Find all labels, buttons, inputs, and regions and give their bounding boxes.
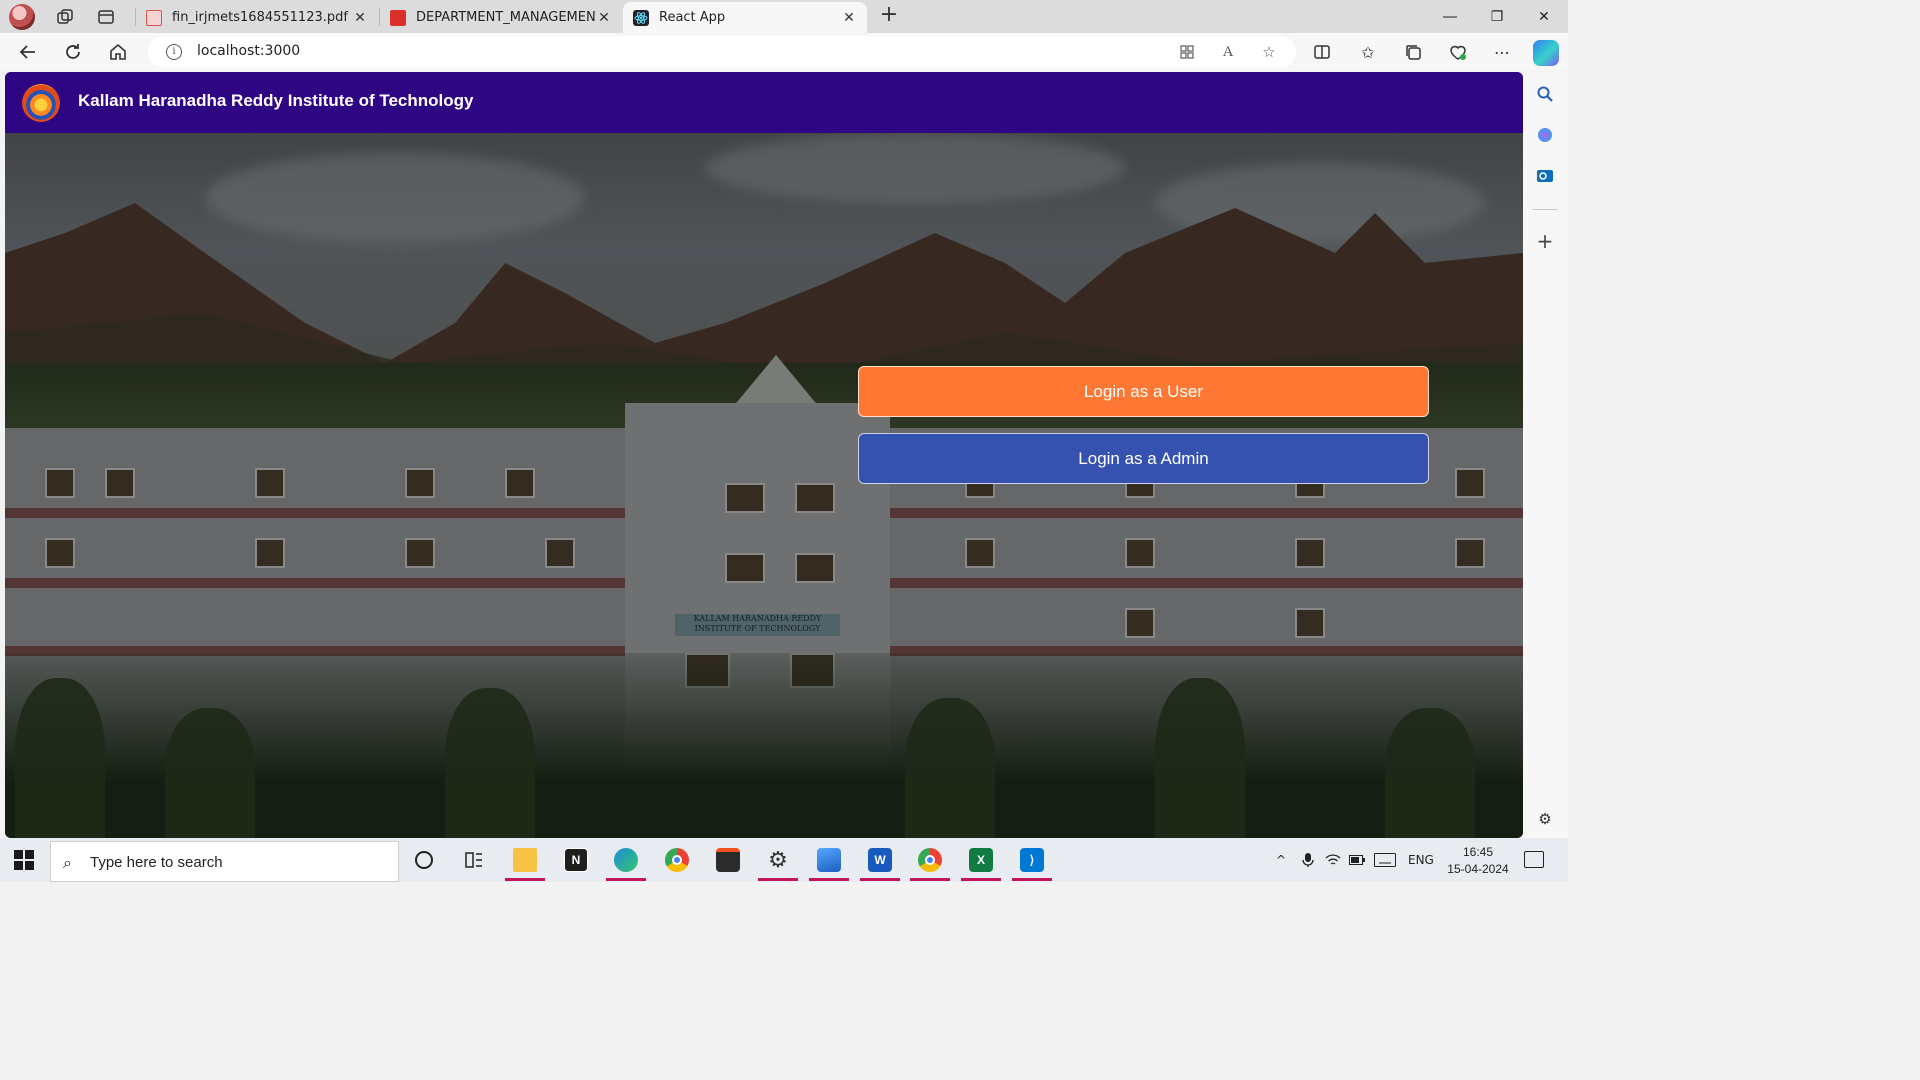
close-icon[interactable]: ✕	[596, 10, 612, 26]
new-tab-icon[interactable]: +	[877, 4, 901, 28]
clock-date: 15-04-2024	[1447, 862, 1509, 876]
tab-strip-left	[0, 0, 117, 33]
address-bar[interactable]: i localhost:3000 A ☆	[148, 36, 1296, 68]
edge-sidebar: + ⚙	[1523, 72, 1568, 838]
sidebar-add-icon[interactable]: +	[1534, 229, 1556, 253]
vertical-tabs-icon[interactable]	[95, 6, 117, 28]
notifications-icon[interactable]	[1524, 851, 1544, 868]
sidebar-separator	[1532, 209, 1558, 210]
browser-essentials-icon[interactable]	[1446, 40, 1470, 64]
tab-react-app[interactable]: React App ✕	[623, 2, 867, 33]
more-options-icon[interactable]: ⋯	[1490, 40, 1514, 64]
battery-icon[interactable]	[1349, 838, 1365, 882]
favorite-star-icon[interactable]: ☆	[1259, 42, 1279, 62]
language-indicator[interactable]: ENG	[1408, 838, 1434, 882]
url-text[interactable]: localhost:3000	[197, 43, 300, 59]
site-info-icon[interactable]: i	[166, 44, 182, 60]
microsoft-store-icon[interactable]	[708, 843, 748, 877]
copilot-icon[interactable]	[1533, 40, 1559, 66]
app-available-icon[interactable]	[1177, 42, 1197, 62]
pdf-icon	[390, 9, 406, 26]
login-user-button[interactable]: Login as a User	[858, 366, 1429, 417]
college-logo-icon	[22, 84, 60, 122]
edge-icon[interactable]	[606, 843, 646, 881]
profile-avatar[interactable]	[9, 3, 35, 30]
app-header: Kallam Haranadha Reddy Institute of Tech…	[5, 72, 1523, 133]
dark-overlay	[5, 133, 1523, 838]
split-screen-icon[interactable]	[1310, 40, 1334, 64]
sidebar-tools-icon[interactable]	[1534, 124, 1556, 146]
window-close-icon[interactable]: ✕	[1521, 0, 1567, 33]
collections-icon[interactable]	[1401, 40, 1425, 64]
microphone-icon[interactable]	[1302, 838, 1314, 882]
page-viewport: Kallam Haranadha Reddy Institute of Tech…	[5, 72, 1523, 838]
system-clock[interactable]: 16:45 15-04-2024	[1446, 844, 1510, 878]
app-title: Kallam Haranadha Reddy Institute of Tech…	[78, 91, 474, 110]
taskbar-search-box[interactable]: ⌕ Type here to search	[50, 841, 399, 882]
tab-pdf-2[interactable]: DEPARTMENT_MANAGEMENT_S ✕	[380, 2, 622, 33]
hero-background: KALLAM HARANADHA REDDY INSTITUTE OF TECH…	[5, 133, 1523, 838]
photos-icon[interactable]	[809, 843, 849, 881]
workspaces-icon[interactable]	[54, 6, 76, 28]
windows-start-icon[interactable]	[14, 850, 34, 870]
minimize-icon[interactable]: ―	[1427, 0, 1473, 33]
cortana-icon[interactable]	[404, 843, 444, 877]
tab-label: React App	[659, 10, 726, 25]
network-icon[interactable]	[1325, 838, 1341, 882]
tab-label: DEPARTMENT_MANAGEMENT_S	[416, 10, 596, 25]
show-hidden-icons-icon[interactable]: ^	[1276, 838, 1286, 882]
clock-time: 16:45	[1462, 845, 1494, 859]
address-toolbar: i localhost:3000 A ☆ ✩ ⋯	[0, 33, 1568, 71]
react-icon	[633, 9, 649, 26]
sidebar-settings-icon[interactable]: ⚙	[1534, 808, 1556, 830]
chrome-icon[interactable]	[657, 843, 697, 877]
sidebar-outlook-icon[interactable]	[1534, 165, 1556, 187]
vscode-icon[interactable]: ⟩	[1012, 843, 1052, 881]
tab-label: fin_irjmets1684551123.pdf	[172, 10, 348, 25]
back-icon[interactable]	[16, 40, 40, 64]
tab-strip: fin_irjmets1684551123.pdf ✕ DEPARTMENT_M…	[0, 0, 1568, 33]
close-icon[interactable]: ✕	[841, 10, 857, 26]
close-icon[interactable]: ✕	[352, 10, 368, 26]
home-icon[interactable]	[106, 40, 130, 64]
search-placeholder: Type here to search	[90, 854, 223, 871]
search-icon: ⌕	[63, 853, 72, 872]
file-explorer-icon[interactable]	[505, 843, 545, 881]
notion-icon[interactable]: N	[556, 843, 596, 877]
chrome-profile-icon[interactable]	[910, 843, 950, 881]
pdf-icon	[146, 9, 162, 26]
word-icon[interactable]: W	[860, 843, 900, 881]
keyboard-icon[interactable]	[1374, 838, 1396, 882]
favorites-icon[interactable]: ✩	[1356, 40, 1380, 64]
read-aloud-icon[interactable]: A	[1218, 42, 1238, 62]
task-view-icon[interactable]	[454, 843, 494, 877]
windows-taskbar: ⌕ Type here to search N ⚙ W X ⟩ ^ ENG 16…	[0, 838, 1568, 882]
sidebar-search-icon[interactable]	[1534, 83, 1556, 105]
tab-pdf-1[interactable]: fin_irjmets1684551123.pdf ✕	[136, 2, 378, 33]
login-admin-button[interactable]: Login as a Admin	[858, 433, 1429, 484]
refresh-icon[interactable]	[61, 40, 85, 64]
excel-icon[interactable]: X	[961, 843, 1001, 881]
restore-icon[interactable]: ❐	[1474, 0, 1520, 33]
settings-icon[interactable]: ⚙	[758, 843, 798, 881]
